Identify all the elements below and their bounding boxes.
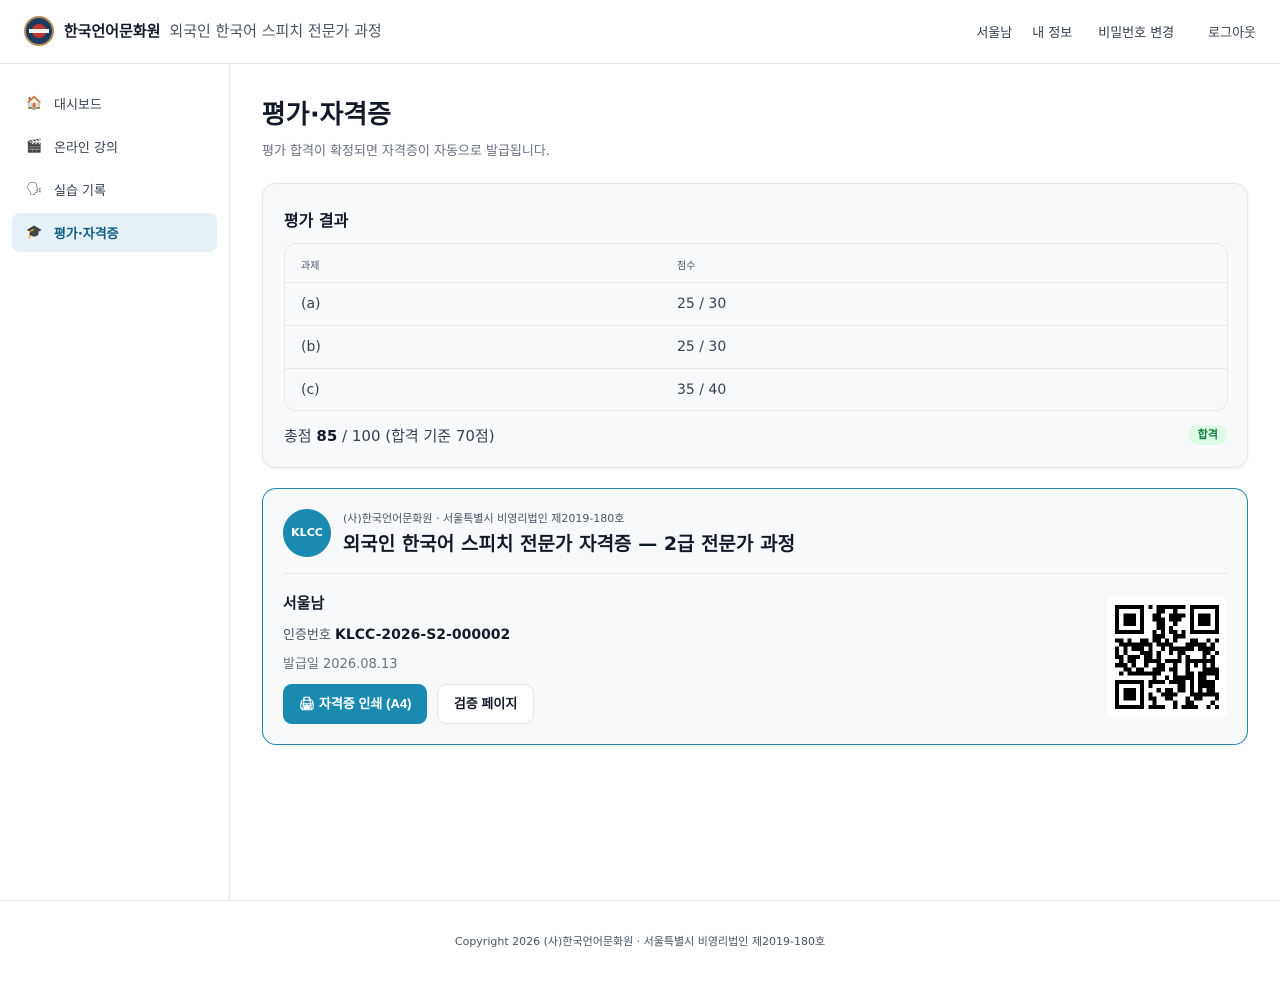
total-suffix: / 100 (합격 기준 70점) <box>342 427 495 445</box>
sidebar-item-label: 실습 기록 <box>54 184 106 199</box>
column-header-score: 점수 <box>677 261 696 272</box>
score-cell: 25 / 30 <box>677 339 727 355</box>
print-button-label: 자격증 인쇄 (A4) <box>319 696 412 711</box>
certificate-number-value: KLCC-2026-S2-000002 <box>334 627 511 643</box>
sidebar-item-dashboard[interactable]: 🏠 대시보드 <box>12 84 217 123</box>
qr-code[interactable] <box>1107 597 1227 717</box>
brand[interactable]: 한국언어문화원 외국인 한국어 스피치 전문가 과정 <box>64 20 382 41</box>
total-score-value: 85 <box>316 427 338 445</box>
issued-date-value: 2026.08.13 <box>323 657 398 672</box>
certificate-seal: KLCC <box>283 509 331 557</box>
sidebar-item-label: 대시보드 <box>54 98 102 113</box>
total-score: 총점 85 / 100 (합격 기준 70점) <box>284 425 495 446</box>
footer: Copyright 2026 (사)한국언어문화원 · 서울특별시 비영리법인 … <box>0 900 1280 987</box>
course-name: 외국인 한국어 스피치 전문가 과정 <box>169 22 382 40</box>
sidebar-item-evaluation-certificate[interactable]: 🎓 평가·자격증 <box>12 213 217 252</box>
sidebar: 🏠 대시보드 🎬 온라인 강의 🗣 실습 기록 🎓 평가·자격증 <box>0 64 230 900</box>
divider <box>283 573 1227 574</box>
task-cell: (b) <box>301 339 321 355</box>
house-icon: 🏠 <box>26 96 43 111</box>
sidebar-item-practice-records[interactable]: 🗣 실습 기록 <box>12 170 217 209</box>
column-header-task: 과제 <box>301 261 320 272</box>
certificate-number-label: 인증번호 <box>283 628 331 643</box>
user-name-link[interactable]: 서울남 <box>976 22 1012 41</box>
verify-page-button[interactable]: 검증 페이지 <box>437 684 535 724</box>
logout-link[interactable]: 로그아웃 <box>1208 22 1256 41</box>
issued-label: 발급일 <box>283 657 319 672</box>
copyright-text: Copyright 2026 (사)한국언어문화원 · 서울특별시 비영리법인 … <box>454 935 826 948</box>
change-password-link[interactable]: 비밀번호 변경 <box>1098 22 1174 41</box>
speech-icon: 🗣 <box>26 182 43 197</box>
table-header: 과제 점수 <box>285 244 1227 283</box>
total-prefix: 총점 <box>284 427 312 445</box>
sidebar-item-online-lectures[interactable]: 🎬 온라인 강의 <box>12 127 217 166</box>
sidebar-item-label: 온라인 강의 <box>54 141 118 156</box>
org-name: 한국언어문화원 <box>64 22 161 40</box>
org-logo[interactable] <box>24 16 54 46</box>
table-row: (c) 35 / 40 <box>285 369 1227 410</box>
graduation-cap-icon: 🎓 <box>26 225 43 240</box>
top-bar: 한국언어문화원 외국인 한국어 스피치 전문가 과정 서울남 내 정보 비밀번호… <box>0 0 1280 64</box>
certificate-holder: 서울남 <box>283 594 325 612</box>
certificate-issuer: (사)한국언어문화원 · 서울특별시 비영리법인 제2019-180호 <box>343 512 625 525</box>
page-subtitle: 평가 합격이 확정되면 자격증이 자동으로 발급됩니다. <box>262 144 550 159</box>
certificate-issued-date: 발급일 2026.08.13 <box>283 653 397 672</box>
score-cell: 35 / 40 <box>677 382 727 398</box>
certificate-title: 외국인 한국어 스피치 전문가 자격증 — 2급 전문가 과정 <box>343 533 796 555</box>
top-nav: 서울남 내 정보 비밀번호 변경 로그아웃 <box>976 22 1256 41</box>
sidebar-item-label: 평가·자격증 <box>54 227 119 242</box>
evaluation-results-card: 평가 결과 과제 점수 (a) 25 / 30 (b) 25 / 30 (c) … <box>262 183 1248 468</box>
card-title: 평가 결과 <box>284 211 349 230</box>
print-certificate-button[interactable]: 🖨 자격증 인쇄 (A4) <box>283 684 428 724</box>
table-row: (a) 25 / 30 <box>285 283 1227 326</box>
task-cell: (c) <box>301 382 320 398</box>
certificate-card: KLCC (사)한국언어문화원 · 서울특별시 비영리법인 제2019-180호… <box>262 488 1248 745</box>
qr-code-image <box>1115 605 1219 709</box>
page-title: 평가·자격증 <box>262 100 392 130</box>
results-table: 과제 점수 (a) 25 / 30 (b) 25 / 30 (c) 35 / 4… <box>284 243 1228 411</box>
table-row: (b) 25 / 30 <box>285 326 1227 369</box>
clapperboard-icon: 🎬 <box>26 139 43 154</box>
task-cell: (a) <box>301 296 321 312</box>
printer-icon: 🖨 <box>299 696 316 711</box>
score-cell: 25 / 30 <box>677 296 727 312</box>
certificate-number: 인증번호 KLCC-2026-S2-000002 <box>283 624 510 643</box>
status-badge: 합격 <box>1188 425 1227 445</box>
my-info-link[interactable]: 내 정보 <box>1032 22 1072 41</box>
